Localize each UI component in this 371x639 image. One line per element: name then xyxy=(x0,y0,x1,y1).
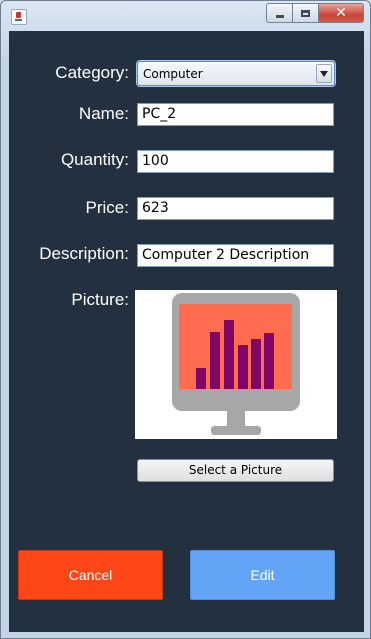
title-bar[interactable]: ✕ xyxy=(1,1,370,31)
monitor-chart-icon xyxy=(172,293,300,435)
name-field[interactable]: PC_2 xyxy=(137,103,334,126)
category-label: Category: xyxy=(55,63,129,82)
form-panel: Category: Computer Name: PC_2 Quantity: … xyxy=(9,31,364,632)
java-icon xyxy=(11,9,27,25)
quantity-label: Quantity: xyxy=(60,150,129,169)
price-label: Price: xyxy=(85,198,129,217)
picture-preview xyxy=(135,290,337,439)
quantity-field[interactable]: 100 xyxy=(137,150,334,173)
minimize-button[interactable] xyxy=(266,3,293,23)
description-field[interactable]: Computer 2 Description xyxy=(137,244,334,267)
edit-button[interactable]: Edit xyxy=(190,550,335,600)
category-value: Computer xyxy=(143,67,203,81)
close-button[interactable]: ✕ xyxy=(319,3,364,23)
close-icon: ✕ xyxy=(335,5,347,21)
cancel-button[interactable]: Cancel xyxy=(18,550,163,600)
name-label: Name: xyxy=(78,104,129,123)
maximize-button[interactable] xyxy=(293,3,319,23)
minimize-icon xyxy=(275,14,284,18)
maximize-icon xyxy=(301,9,310,17)
category-select[interactable]: Computer xyxy=(137,61,335,86)
price-field[interactable]: 623 xyxy=(137,197,334,220)
chevron-down-icon[interactable] xyxy=(316,64,332,83)
select-picture-button[interactable]: Select a Picture xyxy=(137,459,334,482)
app-window: ✕ Category: Computer Name: PC_2 Quantity… xyxy=(0,0,371,639)
picture-label: Picture: xyxy=(71,290,129,309)
description-label: Description: xyxy=(39,244,129,263)
window-controls: ✕ xyxy=(266,3,364,23)
